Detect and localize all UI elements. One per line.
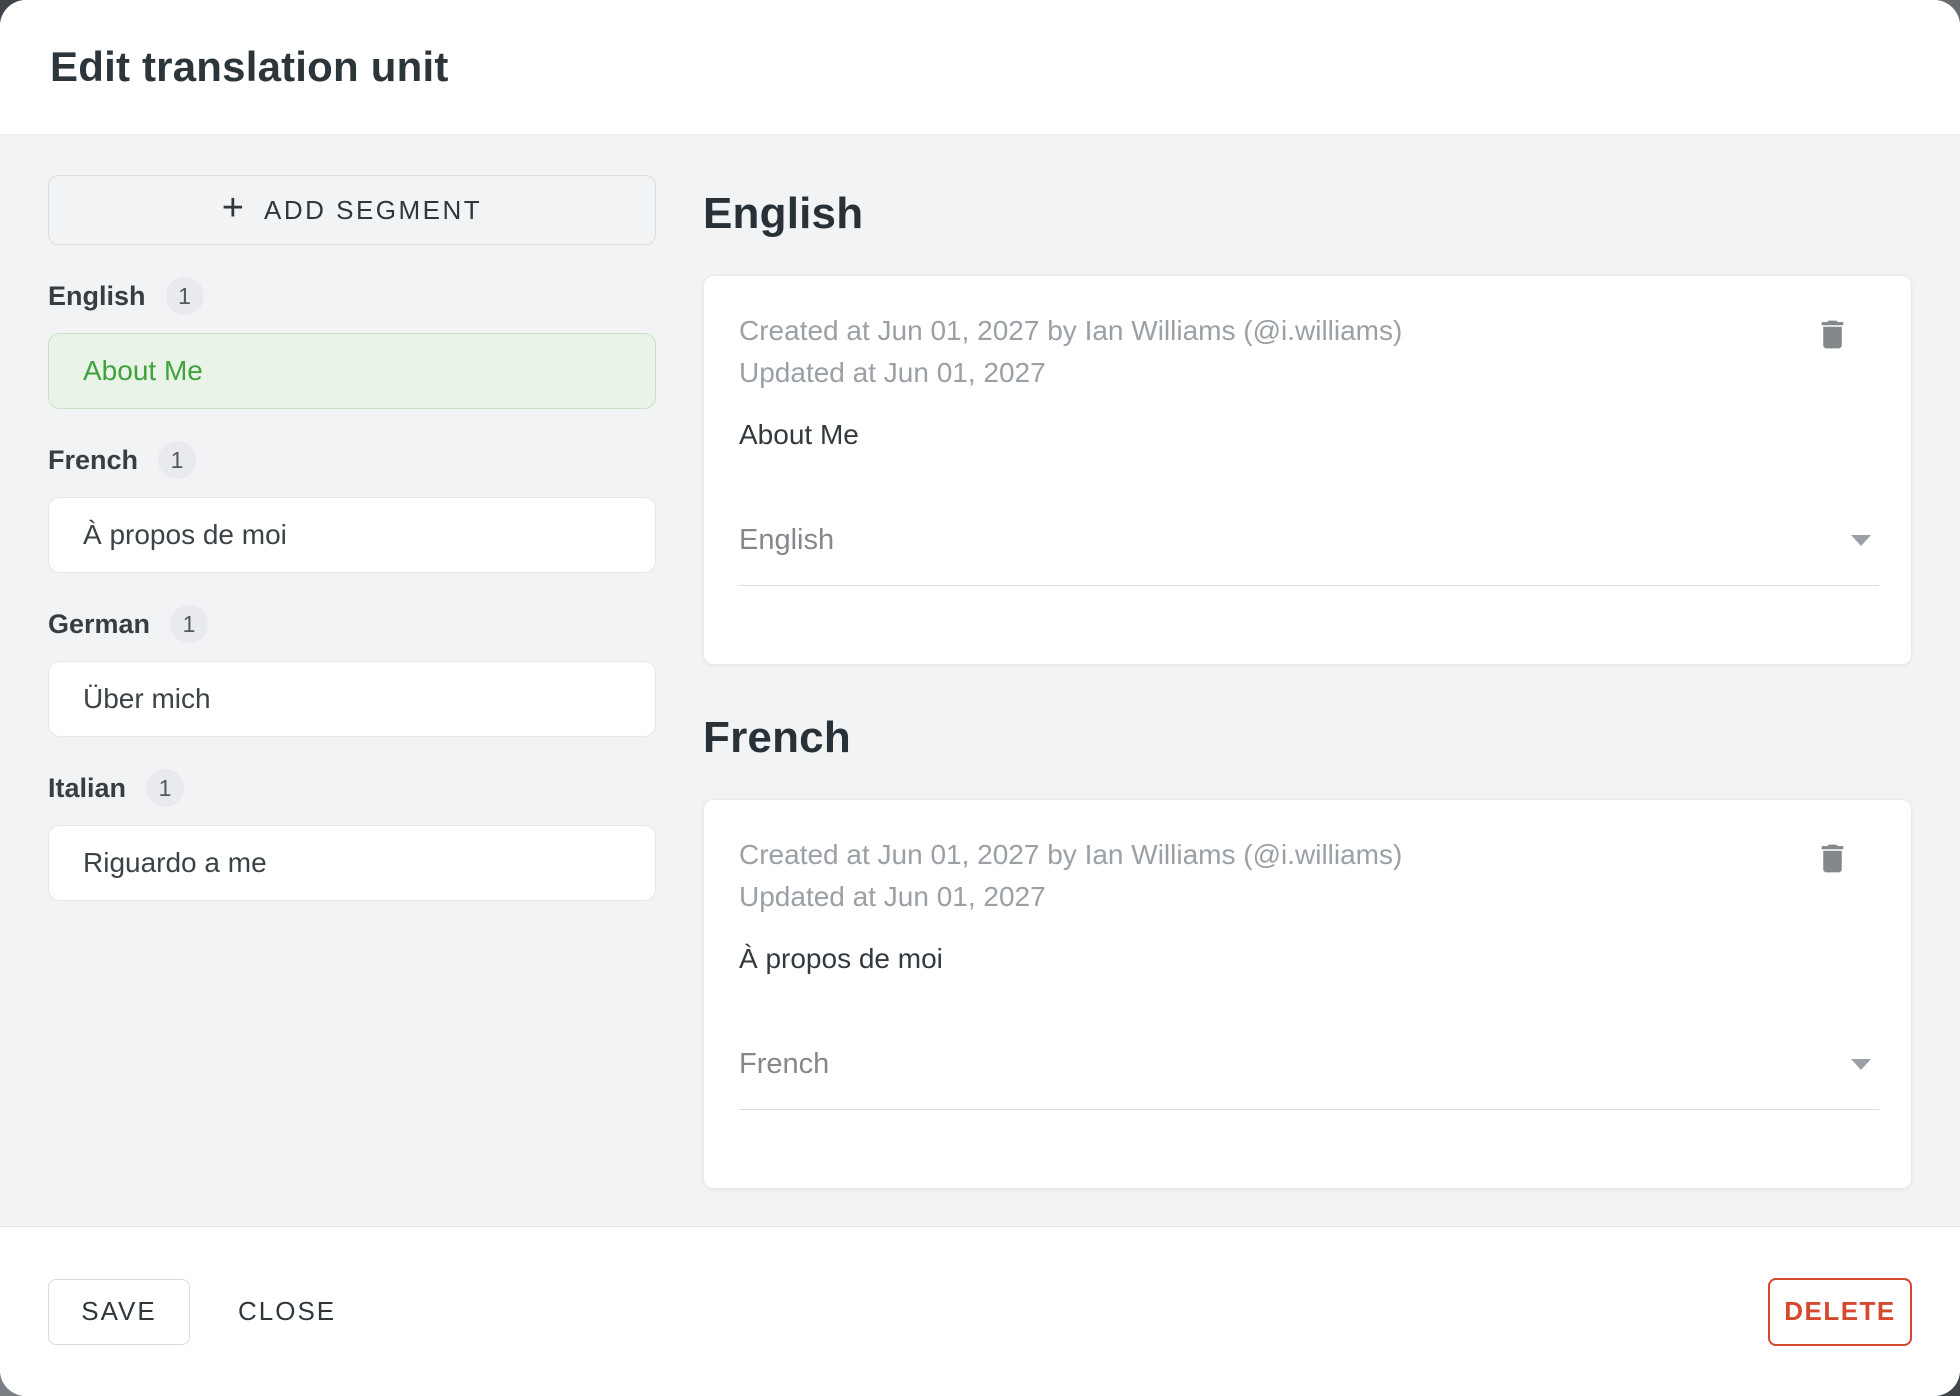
segment-item-english[interactable]: About Me (48, 333, 656, 409)
segment-item-german[interactable]: Über mich (48, 661, 656, 737)
chevron-down-icon (1851, 535, 1871, 546)
section-heading-english: English (703, 189, 864, 238)
dialog-footer: SAVE CLOSE DELETE (0, 1226, 1960, 1396)
card-top: Created at Jun 01, 2027 by Ian Williams … (739, 310, 1879, 394)
delete-segment-button[interactable] (1808, 834, 1857, 883)
segment-text: À propos de moi (739, 943, 943, 974)
language-group-german: German 1 Über mich (48, 605, 656, 737)
language-group-french: French 1 À propos de moi (48, 441, 656, 573)
segment-detail-panel: English Created at Jun 01, 2027 by Ian W… (703, 175, 1912, 1226)
segment-meta: Created at Jun 01, 2027 by Ian Williams … (739, 834, 1402, 918)
group-label: English 1 (48, 277, 656, 315)
language-select[interactable]: French (739, 1048, 1879, 1110)
section-heading-french: French (703, 713, 851, 762)
segment-card-french: Created at Jun 01, 2027 by Ian Williams … (703, 799, 1912, 1189)
language-select-value: English (739, 524, 835, 556)
language-select-value: French (739, 1048, 830, 1080)
segment-count-badge: 1 (146, 769, 185, 807)
card-top: Created at Jun 01, 2027 by Ian Williams … (739, 834, 1879, 918)
language-group-english: English 1 About Me (48, 277, 656, 409)
segment-item-french[interactable]: À propos de moi (48, 497, 656, 573)
segment-count-badge: 1 (165, 277, 204, 315)
group-label: French 1 (48, 441, 656, 479)
created-line: Created at Jun 01, 2027 by Ian Williams … (739, 315, 1403, 346)
add-segment-button[interactable]: + ADD SEGMENT (48, 175, 656, 245)
add-segment-label: ADD SEGMENT (264, 194, 483, 225)
segment-count-badge: 1 (158, 441, 197, 479)
group-label: German 1 (48, 605, 656, 643)
segment-meta: Created at Jun 01, 2027 by Ian Williams … (739, 310, 1402, 394)
delete-segment-button[interactable] (1808, 310, 1857, 359)
language-select[interactable]: English (739, 524, 1879, 586)
delete-button[interactable]: DELETE (1768, 1277, 1912, 1346)
segment-item-italian[interactable]: Riguardo a me (48, 825, 656, 901)
created-line: Created at Jun 01, 2027 by Ian Williams … (739, 839, 1403, 870)
language-label: French (48, 444, 139, 475)
close-button[interactable]: CLOSE (228, 1286, 346, 1337)
trash-icon (1814, 844, 1851, 880)
group-label: Italian 1 (48, 769, 656, 807)
save-button[interactable]: SAVE (48, 1278, 190, 1345)
updated-line: Updated at Jun 01, 2027 (739, 881, 1046, 912)
edit-translation-unit-dialog: Edit translation unit + ADD SEGMENT Engl… (0, 0, 1960, 1396)
dialog-content: + ADD SEGMENT English 1 About Me French … (0, 135, 1960, 1226)
language-label: Italian (48, 772, 127, 803)
language-label: German (48, 608, 151, 639)
segments-sidebar: + ADD SEGMENT English 1 About Me French … (48, 175, 656, 1226)
language-group-italian: Italian 1 Riguardo a me (48, 769, 656, 901)
segment-text: About Me (739, 419, 859, 450)
segment-count-badge: 1 (170, 605, 209, 643)
dialog-header: Edit translation unit (0, 0, 1960, 135)
trash-icon (1814, 320, 1851, 356)
updated-line: Updated at Jun 01, 2027 (739, 357, 1046, 388)
chevron-down-icon (1851, 1059, 1871, 1070)
segment-card-english: Created at Jun 01, 2027 by Ian Williams … (703, 275, 1912, 665)
dialog-title: Edit translation unit (50, 43, 449, 90)
plus-icon: + (221, 187, 244, 229)
language-label: English (48, 280, 146, 311)
